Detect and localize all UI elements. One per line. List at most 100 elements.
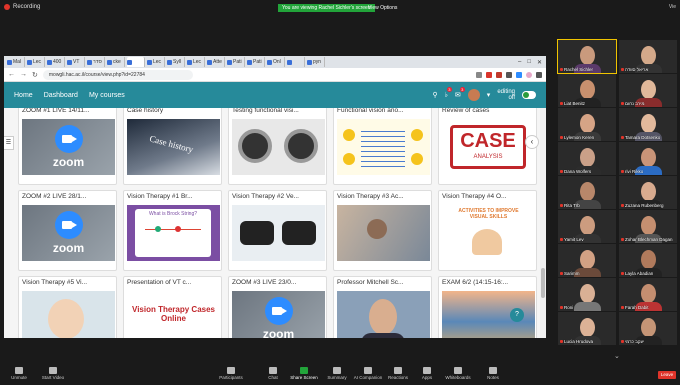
activity-title[interactable]: ZOOM #3 LIVE 23/0... bbox=[232, 279, 325, 286]
leave-button[interactable]: Leave bbox=[658, 371, 676, 379]
activity-title[interactable]: Testing functional visi... bbox=[232, 108, 325, 114]
whiteboards-button[interactable]: Whiteboards bbox=[441, 367, 475, 380]
user-menu-chevron-icon[interactable]: ▾ bbox=[487, 91, 491, 99]
activity-title[interactable]: Vision Therapy #2 Ve... bbox=[232, 193, 325, 200]
activity-card[interactable]: Case history Case history bbox=[123, 108, 222, 185]
apps-button[interactable]: Apps bbox=[410, 367, 444, 380]
participant-tile[interactable]: מירב נחום bbox=[619, 74, 677, 107]
notes-button[interactable]: Notes bbox=[476, 367, 510, 380]
start-video-button[interactable]: Start Video bbox=[36, 367, 70, 380]
activity-card[interactable]: Vision Therapy #1 Br... What is Brock Str… bbox=[123, 190, 222, 271]
vertical-scrollbar[interactable] bbox=[540, 108, 546, 338]
share-screen-button[interactable]: Share Screen bbox=[287, 367, 321, 380]
participant-tile[interactable]: Layla Abadian bbox=[619, 244, 677, 277]
unmute-button[interactable]: Unmute bbox=[2, 367, 36, 380]
activity-title[interactable]: Case history bbox=[127, 108, 220, 114]
course-index-toggle-icon[interactable]: ☰ bbox=[4, 136, 14, 150]
browser-tab[interactable] bbox=[127, 57, 145, 67]
browser-tab[interactable]: Pati bbox=[247, 57, 265, 67]
activity-card[interactable]: Vision Therapy #5 Vi... bbox=[18, 276, 117, 338]
activity-title[interactable]: Functional vision ano... bbox=[337, 108, 430, 114]
activity-title[interactable]: Vision Therapy #3 Ac... bbox=[337, 193, 430, 200]
activity-card[interactable]: Vision Therapy #3 Ac... bbox=[333, 190, 432, 271]
activity-card[interactable]: Presentation of VT c... Vision Therapy Ca… bbox=[123, 276, 222, 338]
activity-title[interactable]: Vision Therapy #4 O... bbox=[442, 193, 535, 200]
chat-button[interactable]: Chat bbox=[256, 367, 290, 380]
share-page-icon[interactable] bbox=[476, 71, 482, 78]
ai-companion-button[interactable]: AI Companion bbox=[351, 367, 385, 380]
browser-tab[interactable]: Pati bbox=[227, 57, 245, 67]
url-field[interactable]: mowgli.hac.ac.il/course/view.php?id=2278… bbox=[42, 69, 193, 80]
participant-tile[interactable]: Lucia Hrudova bbox=[558, 312, 616, 345]
activity-card[interactable]: Review of cases CASE ANALYSIS bbox=[438, 108, 537, 185]
activity-card[interactable]: ZOOM #2 LIVE 28/1... zoom bbox=[18, 190, 117, 271]
browser-tab[interactable] bbox=[287, 57, 305, 67]
back-icon[interactable]: ← bbox=[8, 71, 15, 78]
participant-tile[interactable]: Zuzana Rubenberg bbox=[619, 176, 677, 209]
participant-tile[interactable]: Rachel Sichler bbox=[557, 39, 617, 74]
browser-tab[interactable]: Lec bbox=[187, 57, 205, 67]
nav-my-courses[interactable]: My courses bbox=[89, 92, 125, 99]
activity-card[interactable]: EXAM 6/2 (14:15-16:... bbox=[438, 276, 537, 338]
activity-title[interactable]: Professor Mitchell Sc... bbox=[337, 279, 430, 286]
participant-tile[interactable]: Roni bbox=[558, 278, 616, 311]
participant-tile[interactable]: Tamara Dotsenko bbox=[619, 108, 677, 141]
help-icon[interactable]: ? bbox=[510, 308, 524, 322]
activity-card[interactable]: Testing functional visi... bbox=[228, 108, 327, 185]
browser-tab[interactable]: Lec bbox=[27, 57, 45, 67]
browser-tab[interactable]: Atte bbox=[207, 57, 225, 67]
browser-tab[interactable]: Mal bbox=[7, 57, 25, 67]
activity-card[interactable]: Professor Mitchell Sc... bbox=[333, 276, 432, 338]
browser-tab[interactable]: Onl bbox=[267, 57, 285, 67]
activity-card[interactable]: Vision Therapy #4 O... ACTIVITIES TO IMPR… bbox=[438, 190, 537, 271]
browser-tab[interactable]: סדר bbox=[87, 57, 105, 67]
puzzle-icon[interactable] bbox=[506, 71, 512, 78]
participant-tile[interactable]: Sarimm bbox=[558, 244, 616, 277]
view-button[interactable]: Vie bbox=[669, 4, 676, 10]
activity-title[interactable]: ZOOM #2 LIVE 28/1... bbox=[22, 193, 115, 200]
activity-title[interactable]: ZOOM #1 LIVE 14/11... bbox=[22, 108, 115, 114]
participant-tile[interactable]: rivi Rikko bbox=[619, 142, 677, 175]
activity-card[interactable]: ZOOM #1 LIVE 14/11... zoom bbox=[18, 108, 117, 185]
participant-tile[interactable]: Dana Wolfers bbox=[558, 142, 616, 175]
menu-icon[interactable] bbox=[536, 71, 542, 78]
activity-card[interactable]: ZOOM #3 LIVE 23/0... zoom bbox=[228, 276, 327, 338]
participants-button[interactable]: Participants bbox=[214, 367, 248, 380]
participant-tile[interactable]: Yamit Lev bbox=[558, 210, 616, 243]
participant-tile[interactable]: Liat Benitz bbox=[558, 74, 616, 107]
search-icon[interactable]: ⚲ bbox=[432, 91, 437, 99]
participant-tile[interactable]: יעקב כרמי bbox=[619, 312, 677, 345]
extension-icon[interactable] bbox=[486, 71, 492, 78]
participant-tile[interactable]: Zohar Blechman Dagan bbox=[619, 210, 677, 243]
extension-icon[interactable] bbox=[496, 71, 502, 78]
profile-icon[interactable] bbox=[526, 71, 532, 78]
forward-icon[interactable]: → bbox=[20, 71, 27, 78]
participant-tile[interactable]: Rita Trb bbox=[558, 176, 616, 209]
view-options-button[interactable]: View Options bbox=[368, 4, 397, 12]
nav-dashboard[interactable]: Dashboard bbox=[44, 92, 78, 99]
messages-icon[interactable]: ✉ 3 bbox=[455, 87, 465, 99]
minimize-icon[interactable]: – bbox=[518, 59, 521, 66]
extension-icon[interactable] bbox=[516, 71, 522, 78]
browser-tab[interactable]: Syll bbox=[167, 57, 185, 67]
activity-title[interactable]: Presentation of VT c... bbox=[127, 279, 220, 286]
maximize-icon[interactable]: □ bbox=[527, 59, 531, 66]
participant-tile[interactable]: אריאל סוודה bbox=[619, 40, 677, 73]
close-icon[interactable]: ✕ bbox=[537, 59, 542, 66]
browser-tab[interactable]: pyn bbox=[307, 57, 325, 67]
editing-toggle[interactable] bbox=[522, 91, 536, 99]
activity-card[interactable]: Functional vision ano... bbox=[333, 108, 432, 185]
participant-tile[interactable]: Farah Dabit bbox=[619, 278, 677, 311]
participant-tile[interactable]: Lylemon Keren bbox=[558, 108, 616, 141]
activity-card[interactable]: Vision Therapy #2 Ve... bbox=[228, 190, 327, 271]
gallery-scroll-down-icon[interactable]: ⌄ bbox=[614, 352, 620, 360]
reload-icon[interactable]: ↻ bbox=[32, 71, 38, 79]
browser-tab[interactable]: VT bbox=[67, 57, 85, 67]
drawer-toggle-icon[interactable]: ‹ bbox=[525, 135, 539, 149]
browser-tab[interactable]: cke bbox=[107, 57, 125, 67]
browser-tab[interactable]: 400 bbox=[47, 57, 65, 67]
summary-button[interactable]: Summary bbox=[320, 367, 354, 380]
activity-title[interactable]: EXAM 6/2 (14:15-16:... bbox=[442, 279, 535, 286]
activity-title[interactable]: Review of cases bbox=[442, 108, 535, 114]
activity-title[interactable]: Vision Therapy #1 Br... bbox=[127, 193, 220, 200]
